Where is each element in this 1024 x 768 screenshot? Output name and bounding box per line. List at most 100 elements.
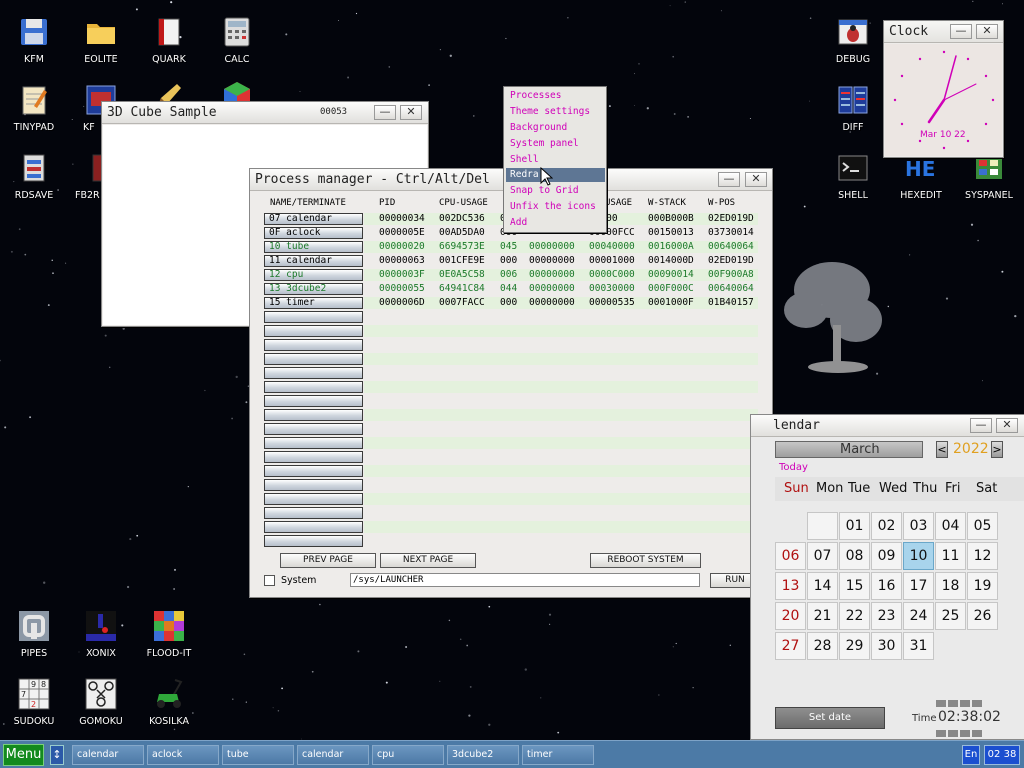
calendar-day[interactable]: 09 (871, 542, 902, 570)
floodit-icon[interactable]: FLOOD-IT (137, 602, 201, 668)
task-aclock[interactable]: aclock (147, 745, 219, 765)
taskbar-toggle-button[interactable]: ↕ (50, 745, 64, 765)
calendar-day[interactable]: 26 (967, 602, 998, 630)
close-button[interactable]: ✕ (400, 105, 422, 120)
xonix-icon[interactable]: XONIX (69, 602, 133, 668)
task-timer[interactable]: timer (522, 745, 594, 765)
process-terminate-button[interactable]: 15 timer (264, 297, 363, 309)
close-button[interactable]: ✕ (996, 418, 1018, 433)
calendar-day[interactable]: 22 (839, 602, 870, 630)
language-indicator[interactable]: En (962, 745, 980, 765)
today-link[interactable]: Today (779, 462, 808, 473)
process-terminate-button[interactable]: 12 cpu (264, 269, 363, 281)
shell-icon[interactable]: SHELL (821, 144, 885, 210)
task-calendar[interactable]: calendar (72, 745, 144, 765)
calendar-day[interactable]: 06 (775, 542, 806, 570)
time-value[interactable]: 02:38:02 (938, 709, 1001, 725)
diff-icon[interactable]: DIFF (821, 76, 885, 142)
process-terminate-button[interactable]: 13 3dcube2 (264, 283, 363, 295)
menu-item-snap-to-grid[interactable]: Snap to Grid (506, 184, 605, 198)
calendar-day[interactable]: 17 (903, 572, 934, 600)
calendar-day[interactable]: 10 (903, 542, 934, 570)
calendar-day[interactable]: 12 (967, 542, 998, 570)
calendar-day[interactable]: 02 (871, 512, 902, 540)
kosilka-icon[interactable]: KOSILKA (137, 670, 201, 736)
pipes-icon[interactable]: PIPES (2, 602, 66, 668)
tinypad-icon[interactable]: TINYPAD (2, 76, 66, 142)
prev-year-button[interactable]: < (936, 441, 948, 458)
calendar-day[interactable]: 13 (775, 572, 806, 600)
calendar-day[interactable]: 14 (807, 572, 838, 600)
menu-item-unfix-icons[interactable]: Unfix the icons (506, 200, 605, 214)
calendar-day[interactable] (807, 512, 838, 540)
task-cpu[interactable]: cpu (372, 745, 444, 765)
calendar-day[interactable]: 07 (807, 542, 838, 570)
calendar-day[interactable]: 05 (967, 512, 998, 540)
taskbar-clock[interactable]: 02 38 (984, 745, 1020, 765)
eolite-icon[interactable]: EOLITE (69, 8, 133, 74)
next-page-button[interactable]: NEXT PAGE (380, 553, 476, 568)
calendar-day[interactable]: 18 (935, 572, 966, 600)
set-date-button[interactable]: Set date (775, 707, 885, 729)
minimize-button[interactable]: — (950, 24, 972, 39)
calendar-day[interactable]: 03 (903, 512, 934, 540)
calendar-day[interactable]: 23 (871, 602, 902, 630)
reboot-system-button[interactable]: REBOOT SYSTEM (590, 553, 701, 568)
calendar-day[interactable]: 31 (903, 632, 934, 660)
prev-page-button[interactable]: PREV PAGE (280, 553, 376, 568)
minimize-button[interactable]: — (374, 105, 396, 120)
rdsave-icon[interactable]: RDSAVE (2, 144, 66, 210)
menu-item-background[interactable]: Background (506, 121, 605, 135)
calc-icon[interactable]: CALC (205, 8, 269, 74)
task-tube[interactable]: tube (222, 745, 294, 765)
time-up-spinners[interactable] (936, 700, 984, 707)
system-checkbox[interactable] (264, 575, 275, 586)
calendar-day[interactable]: 29 (839, 632, 870, 660)
calendar-day[interactable]: 20 (775, 602, 806, 630)
process-terminate-button[interactable]: 11 calendar (264, 255, 363, 267)
menu-item-add[interactable]: Add (506, 216, 605, 230)
menu-item-theme-settings[interactable]: Theme settings (506, 105, 605, 119)
menu-button[interactable]: Menu (3, 744, 44, 766)
minimize-button[interactable]: — (970, 418, 992, 433)
process-terminate-button[interactable]: 0F aclock (264, 227, 363, 239)
debug-icon[interactable]: DEBUG (821, 8, 885, 74)
process-terminate-button[interactable]: 10 tube (264, 241, 363, 253)
calendar-window[interactable]: lendar — ✕ March < 2022 > Today Sun Mon … (750, 414, 1024, 740)
time-down-spinners[interactable] (936, 730, 984, 737)
close-button[interactable]: ✕ (745, 172, 767, 187)
gomoku-icon[interactable]: GOMOKU (69, 670, 133, 736)
calendar-day[interactable]: 04 (935, 512, 966, 540)
calendar-day[interactable]: 16 (871, 572, 902, 600)
menu-item-processes[interactable]: Processes (506, 89, 605, 103)
menu-item-redraw[interactable]: Redra (506, 168, 605, 182)
month-selector[interactable]: March (775, 441, 923, 458)
calendar-day[interactable]: 21 (807, 602, 838, 630)
menu-item-system-panel[interactable]: System panel (506, 137, 605, 151)
calendar-day[interactable]: 19 (967, 572, 998, 600)
task-calendar[interactable]: calendar (297, 745, 369, 765)
calendar-day[interactable]: 01 (839, 512, 870, 540)
calendar-day[interactable]: 08 (839, 542, 870, 570)
calendar-day[interactable]: 30 (871, 632, 902, 660)
next-year-button[interactable]: > (991, 441, 1003, 458)
calendar-day[interactable]: 24 (903, 602, 934, 630)
cube-window-titlebar[interactable]: 3D Cube Sample 00053 — ✕ (102, 102, 428, 124)
calendar-day[interactable]: 11 (935, 542, 966, 570)
process-terminate-button[interactable]: 07 calendar (264, 213, 363, 225)
calendar-day[interactable]: 28 (807, 632, 838, 660)
sudoku-icon[interactable]: 98 72 SUDOKU (2, 670, 66, 736)
calendar-day[interactable]: 27 (775, 632, 806, 660)
clock-titlebar[interactable]: Clock — ✕ (884, 21, 1003, 43)
kfm-icon[interactable]: KFM (2, 8, 66, 74)
clock-window[interactable]: Clock — ✕ Mar 10 22 (883, 20, 1004, 158)
close-button[interactable]: ✕ (976, 24, 998, 39)
minimize-button[interactable]: — (718, 172, 740, 187)
menu-item-shell[interactable]: Shell (506, 153, 605, 167)
task-3dcube2[interactable]: 3dcube2 (447, 745, 519, 765)
calendar-day[interactable]: 25 (935, 602, 966, 630)
run-path-input[interactable]: /sys/LAUNCHER (350, 573, 700, 587)
calendar-day[interactable]: 15 (839, 572, 870, 600)
calendar-titlebar[interactable]: lendar — ✕ (751, 415, 1024, 437)
quark-icon[interactable]: QUARK (137, 8, 201, 74)
